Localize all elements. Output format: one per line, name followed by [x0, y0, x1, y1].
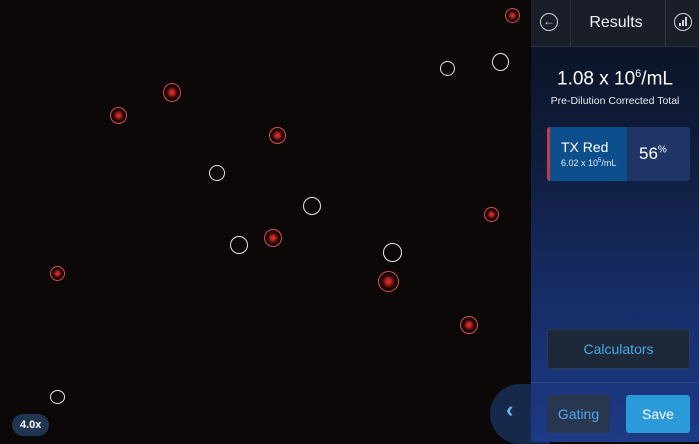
chevron-left-icon: ‹ [506, 397, 514, 422]
zoom-level-badge: 4.0x [12, 414, 50, 436]
panel-title: Results [589, 14, 643, 31]
calculators-button[interactable]: Calculators [547, 329, 690, 369]
channel-concentration: 6.02 x 105/mL [561, 158, 617, 168]
channel-info: TX Red 6.02 x 105/mL [547, 127, 627, 181]
results-panel: ← Results 1.08 x 106/mL Pre-Dilution Cor… [531, 0, 699, 442]
channel-name: TX Red [561, 139, 609, 155]
divider [531, 382, 699, 383]
channel-percentage: 56% [639, 144, 667, 163]
red-cell [505, 8, 520, 23]
back-button[interactable]: ← [531, 0, 571, 46]
red-cell [163, 83, 181, 102]
red-cell [264, 229, 282, 247]
white-cell [230, 236, 248, 254]
channel-result-card[interactable]: TX Red 6.02 x 105/mL 56% [547, 127, 690, 181]
red-cell [110, 107, 127, 124]
total-concentration-label: Pre-Dilution Corrected Total [550, 95, 680, 107]
cell-image-viewer[interactable]: 4.0x [0, 0, 531, 442]
total-concentration: 1.08 x 106/mL [557, 68, 673, 90]
save-button[interactable]: Save [626, 395, 690, 433]
red-cell [50, 266, 65, 281]
panel-header: ← Results [531, 0, 699, 47]
arrow-left-circle-icon: ← [540, 13, 558, 31]
bar-chart-circle-icon [674, 13, 692, 31]
red-cell [484, 207, 499, 222]
white-cell [209, 165, 225, 181]
gating-button[interactable]: Gating [547, 395, 610, 433]
white-cell [383, 243, 402, 262]
white-cell [50, 390, 65, 404]
white-cell [492, 53, 509, 71]
red-cell [378, 271, 399, 292]
red-cell [269, 127, 286, 144]
white-cell [303, 197, 321, 215]
white-cell [440, 61, 455, 76]
statistics-button[interactable] [665, 0, 699, 46]
red-cell [460, 316, 478, 334]
